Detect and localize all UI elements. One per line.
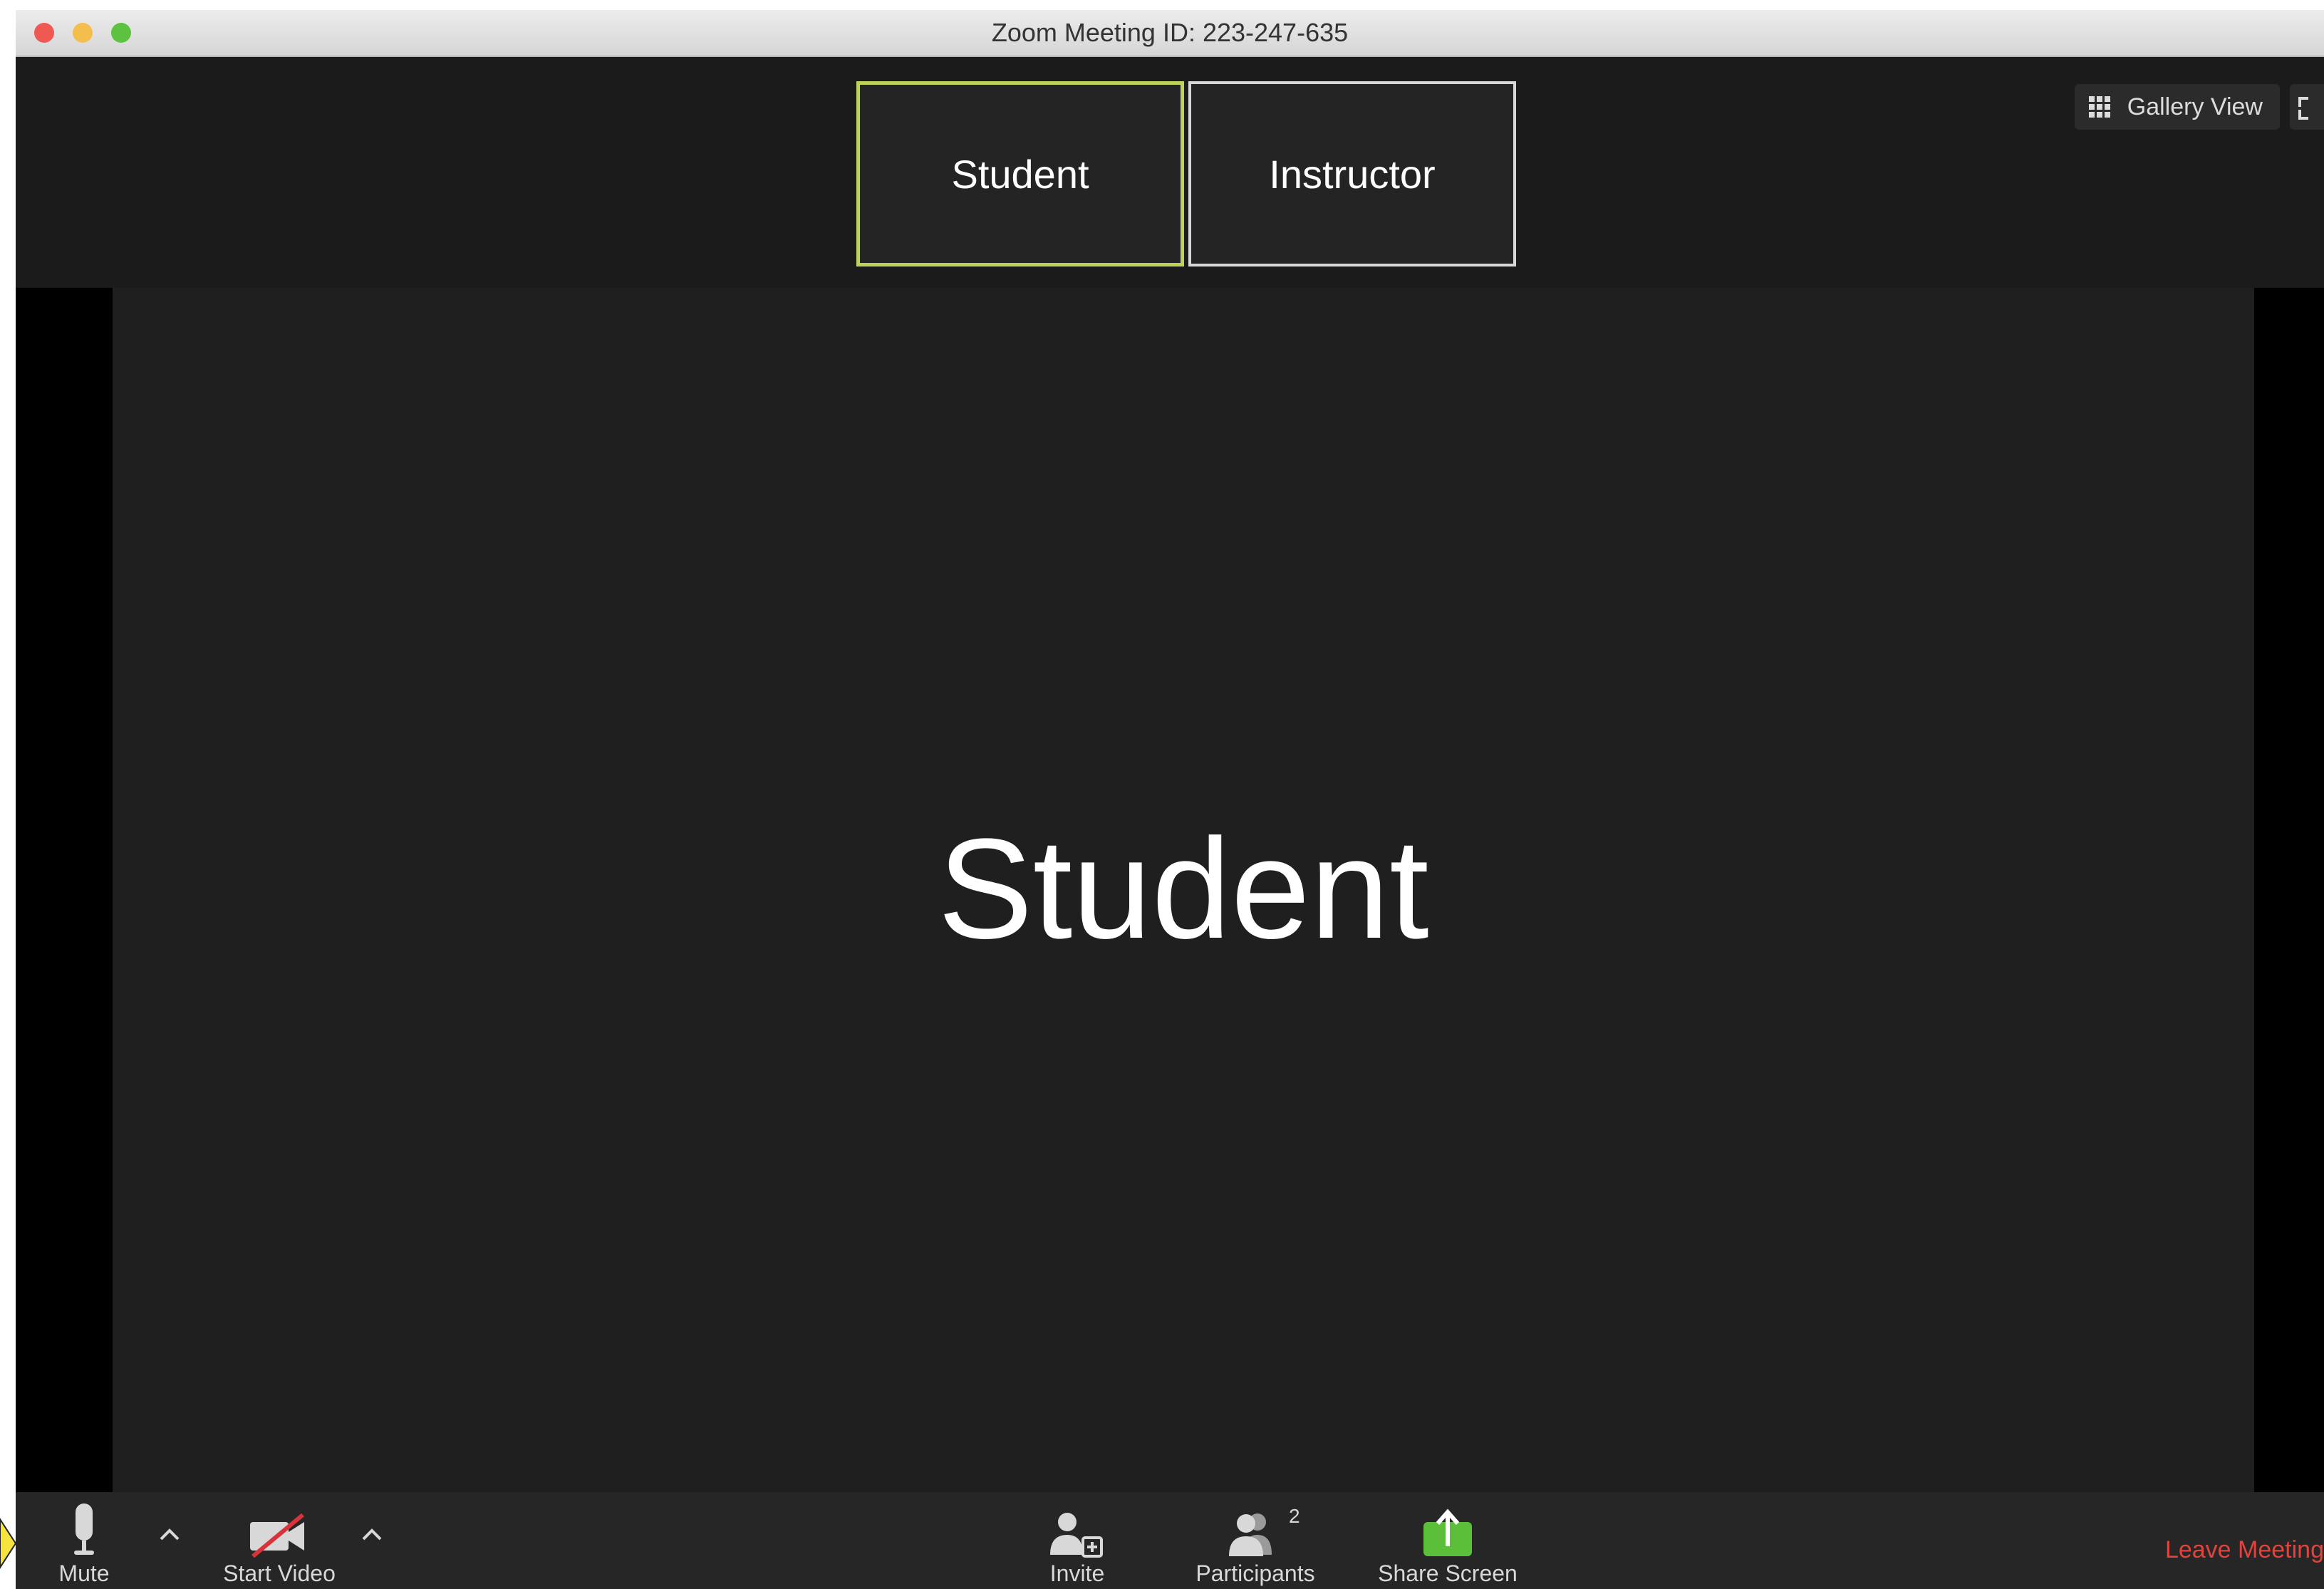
video-options-chevron-icon[interactable] [358,1521,386,1549]
participants-count-badge: 2 [1289,1505,1300,1527]
share-screen-icon [1422,1501,1473,1558]
thumbnail-instructor[interactable]: Instructor [1188,81,1516,266]
microphone-icon [71,1501,97,1558]
gallery-view-button[interactable]: Gallery View [2074,84,2280,130]
active-speaker-view: Student [113,288,2254,1492]
share-screen-label: Share Screen [1378,1560,1518,1586]
window-title: Zoom Meeting ID: 223-247-635 [991,18,1349,47]
participants-button[interactable]: 2 Participants [1170,1492,1341,1589]
start-video-label: Start Video [223,1560,336,1586]
mouse-pointer-icon [0,1518,17,1569]
invite-button[interactable]: Invite [1034,1492,1120,1589]
leave-meeting-button[interactable]: Leave Meeting [2165,1536,2324,1564]
audio-options-chevron-icon[interactable] [155,1521,184,1549]
add-person-icon [1049,1501,1106,1558]
gallery-view-label: Gallery View [2127,93,2263,120]
mute-button[interactable]: Mute [48,1492,120,1589]
fullscreen-button[interactable] [2290,84,2324,130]
invite-label: Invite [1049,1560,1105,1586]
grid-icon [2088,96,2110,118]
mute-label: Mute [58,1560,110,1586]
share-screen-button[interactable]: Share Screen [1362,1492,1533,1589]
title-bar: Zoom Meeting ID: 223-247-635 [16,10,2324,57]
fullscreen-icon [2298,97,2308,107]
active-speaker-name: Student [938,809,1429,968]
start-video-button[interactable]: Start Video [208,1492,351,1589]
participants-icon: 2 [1223,1501,1300,1558]
zoom-window: Zoom Meeting ID: 223-247-635 Student Ins… [16,10,2324,1589]
meeting-toolbar: Mute Start Video Invite 2 Participants S… [16,1492,2324,1589]
participants-label: Participants [1195,1560,1315,1586]
thumbnail-strip: Student Instructor Gallery View [16,57,2324,288]
video-off-icon [247,1501,311,1558]
main-video-area: Student [16,288,2324,1492]
thumbnail-student[interactable]: Student [856,81,1184,266]
